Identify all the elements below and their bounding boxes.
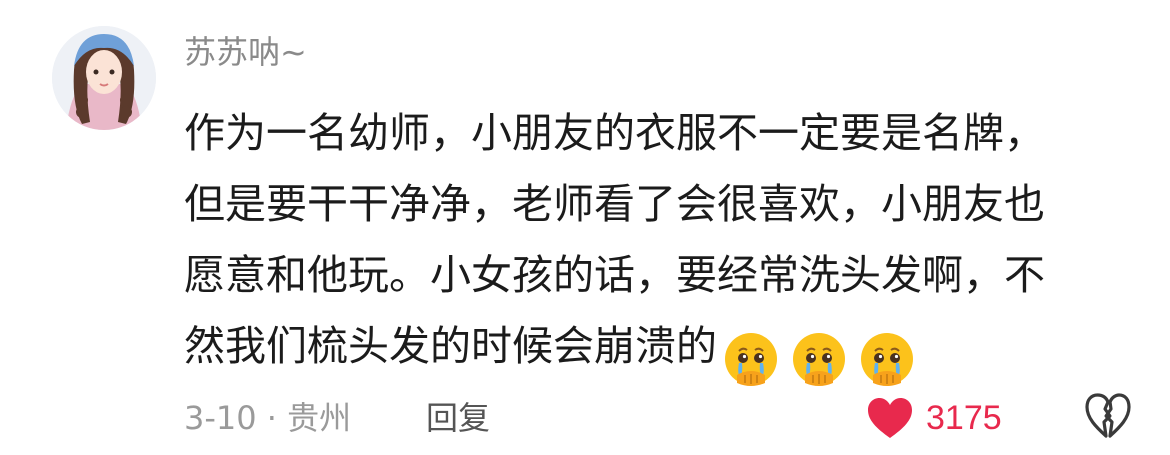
broken-heart-icon (1085, 393, 1131, 438)
comment-line: 然我们梳头发的时候会崩溃的 (184, 311, 1124, 392)
username[interactable]: 苏苏呐~ (184, 32, 307, 72)
dislike-button[interactable] (1084, 392, 1132, 442)
comment-line: 但是要干干净净，老师看了会很喜欢，小朋友也 (184, 180, 1045, 228)
comment-meta: 3-10 · 贵州 (184, 399, 352, 437)
emoji-group (723, 321, 927, 392)
crying-pleading-face-emoji-icon (861, 333, 913, 386)
crying-pleading-face-emoji-icon (793, 333, 845, 386)
comment-line: 愿意和他玩。小女孩的话，要经常洗头发啊，不 (184, 251, 1045, 299)
avatar[interactable] (52, 26, 156, 130)
crying-pleading-face-emoji-icon (725, 333, 777, 386)
comment-line-text: 然我们梳头发的时候会崩溃的 (184, 322, 717, 370)
comment-line: 作为一名幼师，小朋友的衣服不一定要是名牌， (184, 109, 1045, 157)
like-count: 3175 (926, 398, 1002, 437)
avatar-girl-illustration-icon (52, 26, 156, 130)
comment-text: 作为一名幼师，小朋友的衣服不一定要是名牌， 但是要干干净净，老师看了会很喜欢，小… (184, 98, 1124, 392)
heart-icon (868, 398, 912, 438)
reply-button[interactable]: 回复 (426, 396, 490, 440)
like-button[interactable]: 3175 (866, 392, 1002, 444)
